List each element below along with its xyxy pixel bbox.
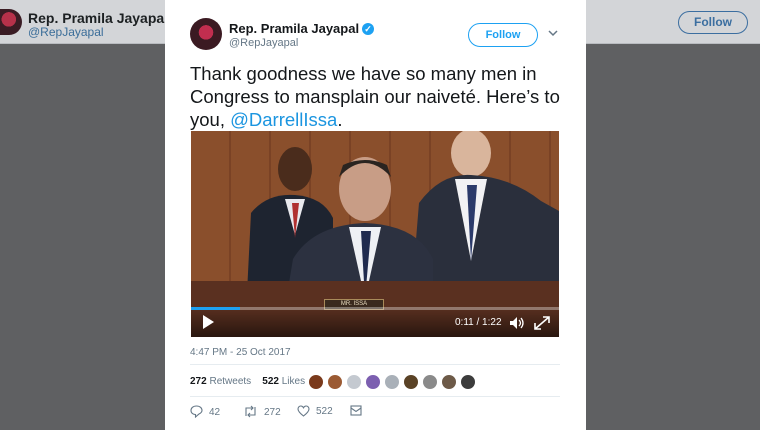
liker-avatar[interactable] bbox=[422, 374, 438, 390]
liker-avatar[interactable] bbox=[365, 374, 381, 390]
chevron-down-icon[interactable] bbox=[548, 26, 558, 40]
author-handle[interactable]: @RepJayapal bbox=[229, 37, 298, 49]
direct-message-button[interactable] bbox=[350, 405, 368, 416]
video-controls bbox=[191, 307, 559, 337]
profile-handle[interactable]: @RepJayapal bbox=[28, 25, 104, 39]
liker-avatar[interactable] bbox=[403, 374, 419, 390]
video-player[interactable]: MR. ISSA 0:11 / 1:22 bbox=[191, 131, 559, 337]
liker-avatar[interactable] bbox=[441, 374, 457, 390]
video-person-right bbox=[411, 131, 559, 301]
like-button[interactable]: 522 bbox=[297, 405, 333, 417]
reply-icon bbox=[190, 405, 203, 419]
play-icon[interactable] bbox=[203, 315, 214, 329]
retweet-button[interactable]: 272 bbox=[243, 405, 281, 418]
tweet-stats: 272 Retweets 522 Likes bbox=[190, 376, 305, 387]
follow-button[interactable]: Follow bbox=[468, 23, 538, 47]
author-name[interactable]: Rep. Pramila Jayapal ✓ bbox=[229, 21, 375, 36]
heart-icon bbox=[297, 405, 310, 417]
liker-avatar[interactable] bbox=[327, 374, 343, 390]
video-progress-fill bbox=[191, 307, 241, 310]
liker-avatar[interactable] bbox=[384, 374, 400, 390]
liker-avatar[interactable] bbox=[460, 374, 476, 390]
tweet-actions: 42 272 522 bbox=[190, 405, 490, 421]
tweet-timestamp[interactable]: 4:47 PM - 25 Oct 2017 bbox=[190, 347, 291, 358]
header-follow-button[interactable]: Follow bbox=[678, 11, 748, 34]
fullscreen-icon[interactable] bbox=[533, 315, 551, 331]
liker-avatar[interactable] bbox=[346, 374, 362, 390]
reply-button[interactable]: 42 bbox=[190, 405, 220, 419]
verified-badge-icon: ✓ bbox=[362, 23, 375, 35]
video-progress-bar[interactable] bbox=[191, 307, 559, 310]
tweet-text: Thank goodness we have so many men in Co… bbox=[190, 63, 560, 130]
video-time: 0:11 / 1:22 bbox=[455, 317, 502, 328]
retweet-icon bbox=[245, 405, 256, 418]
divider bbox=[190, 364, 560, 365]
liker-avatar[interactable] bbox=[308, 374, 324, 390]
profile-avatar[interactable] bbox=[0, 9, 22, 35]
envelope-icon bbox=[350, 405, 362, 416]
mention-link[interactable]: @DarrellIssa bbox=[230, 109, 337, 130]
divider bbox=[190, 396, 560, 397]
likes-stat[interactable]: 522 Likes bbox=[262, 376, 305, 387]
tweet-modal: Rep. Pramila Jayapal ✓ @RepJayapal Follow… bbox=[165, 0, 586, 430]
retweets-stat[interactable]: 272 Retweets bbox=[190, 376, 251, 387]
author-avatar[interactable] bbox=[190, 18, 222, 50]
volume-icon[interactable] bbox=[509, 316, 525, 330]
profile-name[interactable]: Rep. Pramila Jayapal✓ bbox=[28, 10, 184, 26]
